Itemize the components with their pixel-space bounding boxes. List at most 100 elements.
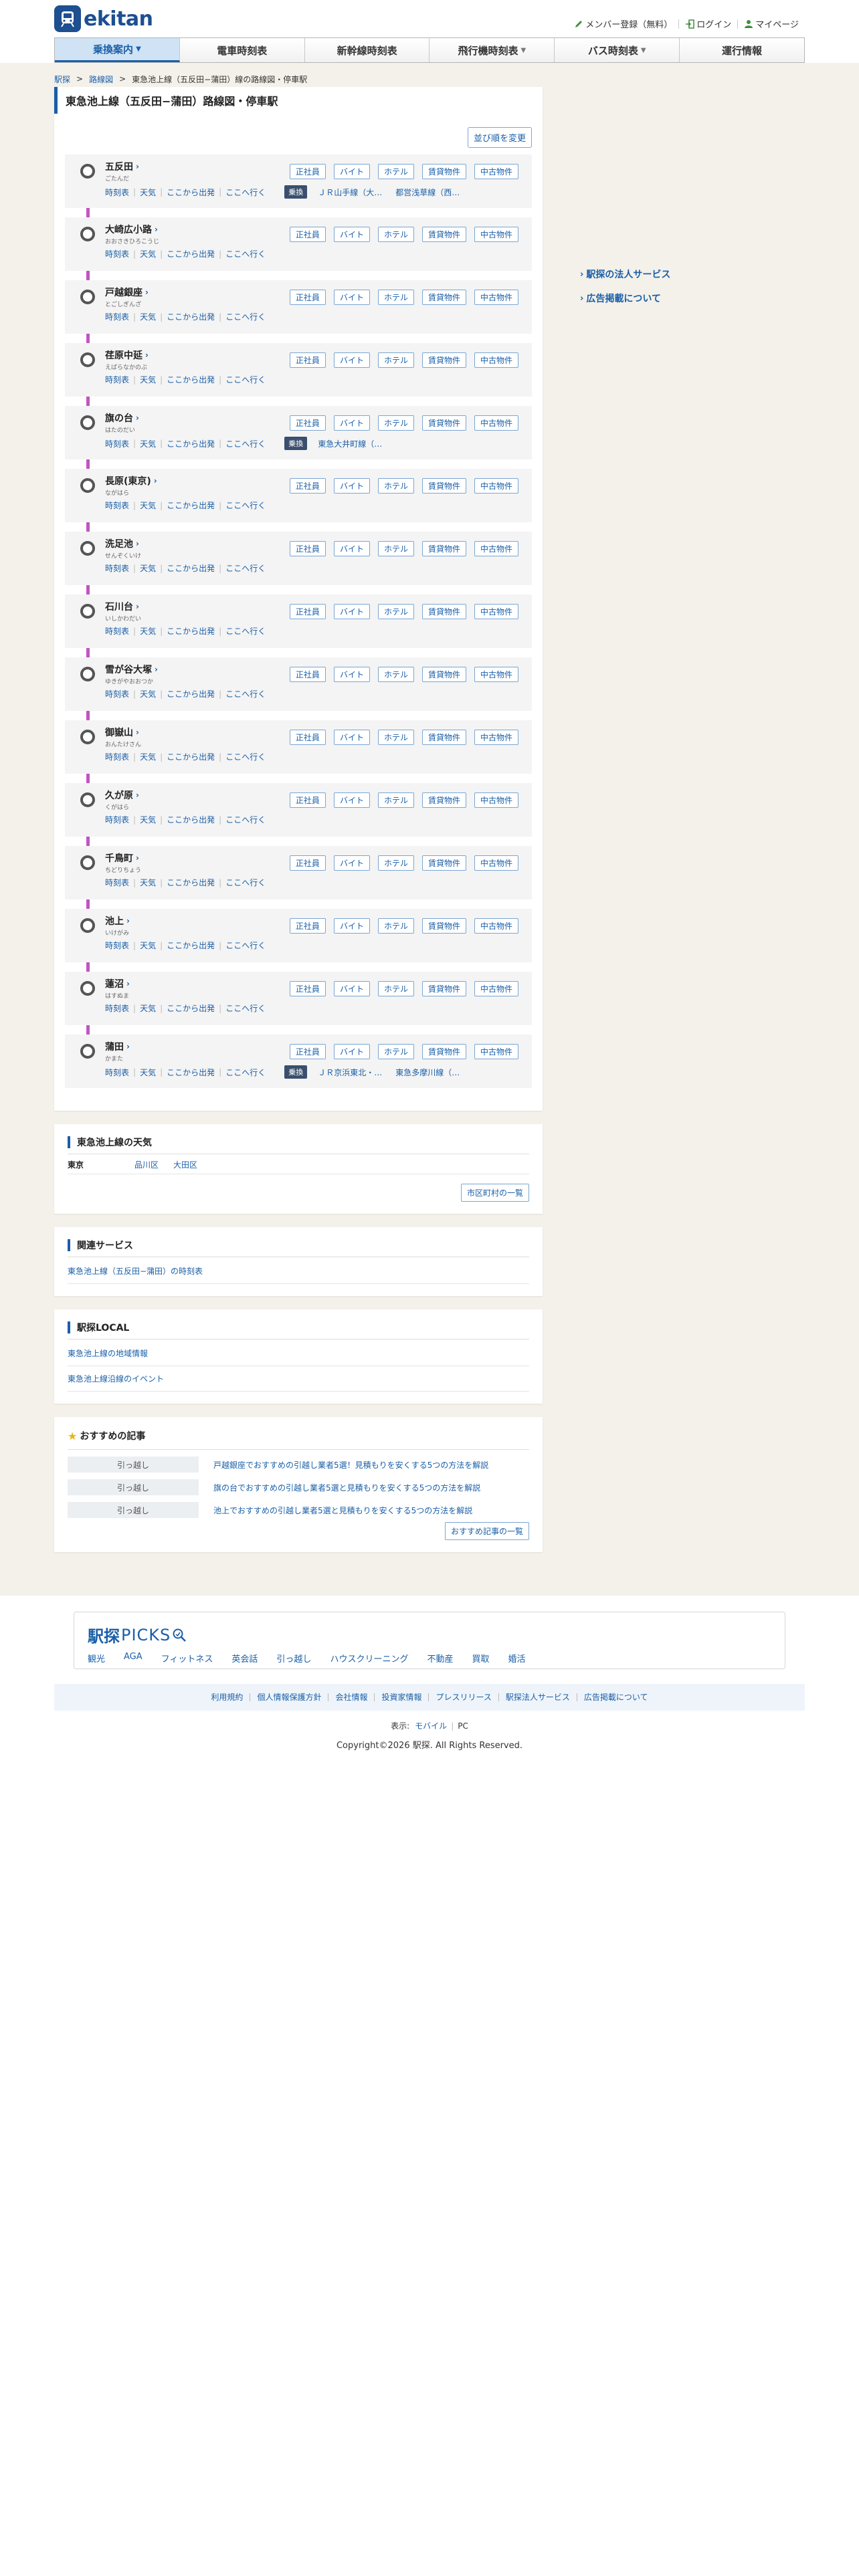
footer-link[interactable]: 会社情報 bbox=[328, 1693, 375, 1701]
hotel-button[interactable]: ホテル bbox=[377, 918, 414, 934]
fulltime-job-button[interactable]: 正社員 bbox=[289, 730, 326, 745]
hotel-button[interactable]: ホテル bbox=[377, 227, 414, 242]
parttime-job-button[interactable]: バイト bbox=[333, 604, 370, 619]
parttime-job-button[interactable]: バイト bbox=[333, 352, 370, 368]
parttime-job-button[interactable]: バイト bbox=[333, 478, 370, 494]
station-timetable-link[interactable]: 時刻表 bbox=[105, 374, 129, 385]
station-go-to-link[interactable]: ここへ行く bbox=[225, 751, 266, 762]
nav-flight-timetable[interactable]: 飛行機時刻表 ▼ bbox=[430, 38, 555, 62]
parttime-job-button[interactable]: バイト bbox=[333, 227, 370, 242]
picks-tag-link[interactable]: フィットネス bbox=[161, 1652, 213, 1665]
used-property-button[interactable]: 中古物件 bbox=[474, 981, 518, 996]
sort-order-button[interactable]: 並び順を変更 bbox=[467, 127, 532, 148]
station-weather-link[interactable]: 天気 bbox=[140, 940, 156, 951]
used-property-button[interactable]: 中古物件 bbox=[474, 730, 518, 745]
used-property-button[interactable]: 中古物件 bbox=[474, 478, 518, 494]
used-property-button[interactable]: 中古物件 bbox=[474, 667, 518, 682]
used-property-button[interactable]: 中古物件 bbox=[474, 227, 518, 242]
picks-logo[interactable]: 駅探 PICKS bbox=[88, 1623, 771, 1646]
rental-property-button[interactable]: 賃貸物件 bbox=[421, 667, 466, 682]
fulltime-job-button[interactable]: 正社員 bbox=[289, 792, 326, 808]
used-property-button[interactable]: 中古物件 bbox=[474, 415, 518, 431]
station-go-to-link[interactable]: ここへ行く bbox=[225, 688, 266, 700]
nav-train-timetable[interactable]: 電車時刻表 bbox=[179, 38, 305, 62]
rental-property-button[interactable]: 賃貸物件 bbox=[421, 1044, 466, 1059]
rental-property-button[interactable]: 賃貸物件 bbox=[421, 227, 466, 242]
breadcrumb-route-map[interactable]: 路線図 bbox=[89, 74, 113, 85]
rental-property-button[interactable]: 賃貸物件 bbox=[421, 164, 466, 179]
parttime-job-button[interactable]: バイト bbox=[333, 792, 370, 808]
rental-property-button[interactable]: 賃貸物件 bbox=[421, 290, 466, 305]
nav-shinkansen-timetable[interactable]: 新幹線時刻表 bbox=[304, 38, 430, 62]
city-list-button[interactable]: 市区町村の一覧 bbox=[460, 1184, 529, 1202]
fulltime-job-button[interactable]: 正社員 bbox=[289, 541, 326, 556]
picks-tag-link[interactable]: ハウスクリーニング bbox=[330, 1652, 408, 1665]
parttime-job-button[interactable]: バイト bbox=[333, 667, 370, 682]
nav-service-status[interactable]: 運行情報 bbox=[680, 38, 804, 62]
local-link[interactable]: 東急池上線沿線のイベント bbox=[68, 1366, 529, 1392]
station-depart-from-link[interactable]: ここから出発 bbox=[167, 438, 215, 449]
station-weather-link[interactable]: 天気 bbox=[140, 751, 156, 762]
station-weather-link[interactable]: 天気 bbox=[140, 877, 156, 888]
transfer-line-link[interactable]: ＪＲ山手線（大… bbox=[318, 187, 382, 198]
station-depart-from-link[interactable]: ここから出発 bbox=[167, 500, 215, 511]
station-go-to-link[interactable]: ここへ行く bbox=[225, 311, 266, 322]
station-go-to-link[interactable]: ここへ行く bbox=[225, 500, 266, 511]
station-go-to-link[interactable]: ここへ行く bbox=[225, 1002, 266, 1014]
used-property-button[interactable]: 中古物件 bbox=[474, 1044, 518, 1059]
fulltime-job-button[interactable]: 正社員 bbox=[289, 164, 326, 179]
hotel-button[interactable]: ホテル bbox=[377, 981, 414, 996]
station-depart-from-link[interactable]: ここから出発 bbox=[167, 940, 215, 951]
site-logo[interactable]: ekitan bbox=[54, 5, 153, 32]
picks-tag-link[interactable]: 引っ越し bbox=[276, 1652, 311, 1665]
station-depart-from-link[interactable]: ここから出発 bbox=[167, 688, 215, 700]
station-depart-from-link[interactable]: ここから出発 bbox=[167, 562, 215, 574]
member-register-link[interactable]: メンバー登録（無料） bbox=[568, 17, 678, 30]
station-timetable-link[interactable]: 時刻表 bbox=[105, 562, 129, 574]
station-timetable-link[interactable]: 時刻表 bbox=[105, 1002, 129, 1014]
parttime-job-button[interactable]: バイト bbox=[333, 541, 370, 556]
hotel-button[interactable]: ホテル bbox=[377, 730, 414, 745]
login-link[interactable]: ログイン bbox=[679, 17, 737, 30]
station-weather-link[interactable]: 天気 bbox=[140, 311, 156, 322]
fulltime-job-button[interactable]: 正社員 bbox=[289, 1044, 326, 1059]
station-go-to-link[interactable]: ここへ行く bbox=[225, 814, 266, 825]
nav-transit[interactable]: 乗換案内 ▼ bbox=[55, 38, 180, 62]
station-weather-link[interactable]: 天気 bbox=[140, 500, 156, 511]
rental-property-button[interactable]: 賃貸物件 bbox=[421, 604, 466, 619]
parttime-job-button[interactable]: バイト bbox=[333, 164, 370, 179]
rental-property-button[interactable]: 賃貸物件 bbox=[421, 478, 466, 494]
hotel-button[interactable]: ホテル bbox=[377, 290, 414, 305]
picks-tag-link[interactable]: 買取 bbox=[472, 1652, 489, 1665]
station-depart-from-link[interactable]: ここから出発 bbox=[167, 248, 215, 259]
station-depart-from-link[interactable]: ここから出発 bbox=[167, 625, 215, 637]
hotel-button[interactable]: ホテル bbox=[377, 667, 414, 682]
hotel-button[interactable]: ホテル bbox=[377, 604, 414, 619]
transfer-line-link[interactable]: 東急大井町線（… bbox=[318, 438, 382, 449]
display-mobile-link[interactable]: モバイル bbox=[415, 1720, 447, 1731]
station-timetable-link[interactable]: 時刻表 bbox=[105, 688, 129, 700]
picks-tag-link[interactable]: 不動産 bbox=[427, 1652, 453, 1665]
station-go-to-link[interactable]: ここへ行く bbox=[225, 940, 266, 951]
hotel-button[interactable]: ホテル bbox=[377, 478, 414, 494]
recommended-article-link[interactable]: 旗の台でおすすめの引越し業者5選と見積もりを安くする5つの方法を解説 bbox=[213, 1482, 480, 1493]
rental-property-button[interactable]: 賃貸物件 bbox=[421, 730, 466, 745]
hotel-button[interactable]: ホテル bbox=[377, 855, 414, 871]
station-timetable-link[interactable]: 時刻表 bbox=[105, 311, 129, 322]
station-timetable-link[interactable]: 時刻表 bbox=[105, 940, 129, 951]
station-go-to-link[interactable]: ここへ行く bbox=[225, 562, 266, 574]
transfer-line-link[interactable]: 都営浅草線（西… bbox=[395, 187, 460, 198]
footer-link[interactable]: 投資家情報 bbox=[375, 1693, 430, 1701]
station-weather-link[interactable]: 天気 bbox=[140, 814, 156, 825]
fulltime-job-button[interactable]: 正社員 bbox=[289, 352, 326, 368]
picks-tag-link[interactable]: 観光 bbox=[88, 1652, 105, 1665]
station-timetable-link[interactable]: 時刻表 bbox=[105, 500, 129, 511]
footer-link[interactable]: 駅探法人サービス bbox=[499, 1693, 577, 1701]
station-timetable-link[interactable]: 時刻表 bbox=[105, 751, 129, 762]
station-weather-link[interactable]: 天気 bbox=[140, 187, 156, 198]
parttime-job-button[interactable]: バイト bbox=[333, 290, 370, 305]
station-weather-link[interactable]: 天気 bbox=[140, 248, 156, 259]
rental-property-button[interactable]: 賃貸物件 bbox=[421, 792, 466, 808]
station-timetable-link[interactable]: 時刻表 bbox=[105, 1067, 129, 1078]
used-property-button[interactable]: 中古物件 bbox=[474, 290, 518, 305]
